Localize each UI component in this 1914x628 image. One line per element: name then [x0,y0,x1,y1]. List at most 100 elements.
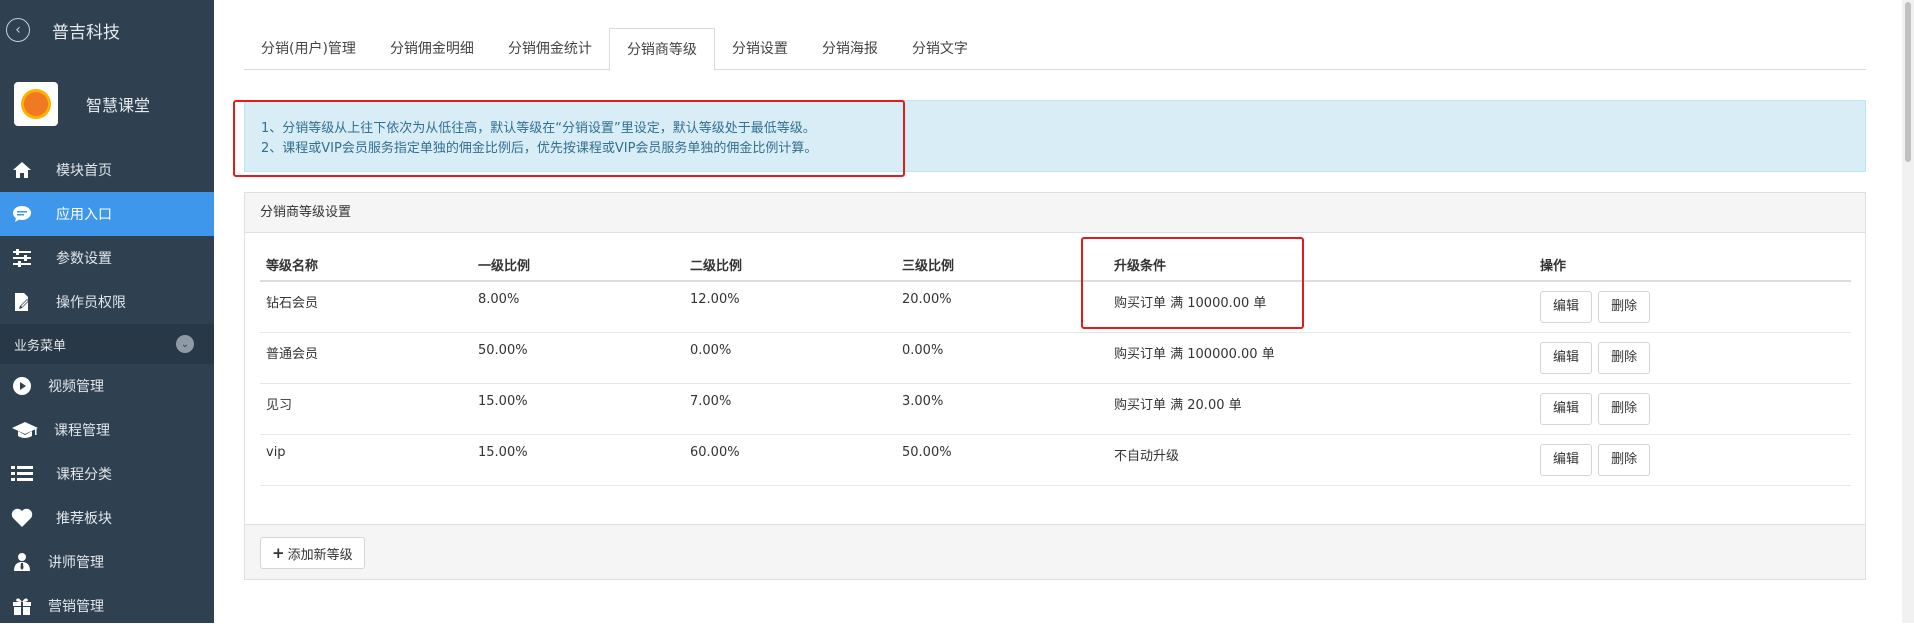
list-icon [10,463,34,485]
level2-ratio: 60.00% [684,434,896,486]
row-actions: 编辑 删除 [1534,383,1851,435]
tab-distribution-text[interactable]: 分销文字 [895,28,985,70]
table-header-row: 等级名称 一级比例 二级比例 三级比例 升级条件 操作 [260,249,1851,282]
level2-ratio: 7.00% [684,383,896,435]
panel-footer: + 添加新等级 [245,524,1865,579]
delete-button[interactable]: 删除 [1598,341,1651,374]
level3-ratio: 20.00% [896,281,1108,333]
edit-button[interactable]: 编辑 [1540,341,1593,374]
column-header: 一级比例 [472,249,684,282]
upgrade-condition: 购买订单 满 20.00 单 [1108,383,1534,435]
sidebar-item-marketing[interactable]: 营销管理 [0,584,214,628]
level1-ratio: 15.00% [472,434,684,486]
sidebar-item-label: 参数设置 [56,251,112,267]
graduation-cap-icon [10,419,40,441]
back-icon[interactable]: ‹ [6,18,30,42]
chat-icon [10,203,34,225]
delete-button[interactable]: 删除 [1598,443,1651,476]
brand-name: 普吉科技 [52,22,120,43]
sidebar-item-label: 操作员权限 [56,295,126,311]
sidebar-item-course[interactable]: 课程管理 [0,408,214,452]
table-row: 普通会员 50.00% 0.00% 0.00% 购买订单 满 100000.00… [260,332,1851,384]
level3-ratio: 3.00% [896,383,1108,435]
vertical-scrollbar[interactable] [1902,0,1914,623]
school-header: 智慧课堂 [0,60,214,148]
add-level-label: 添加新等级 [287,547,353,563]
school-logo [14,82,58,126]
add-level-button[interactable]: + 添加新等级 [260,537,365,569]
sidebar-item-recommend[interactable]: 推荐板块 [0,496,214,540]
upgrade-condition: 不自动升级 [1108,434,1534,486]
tab-commission-stats[interactable]: 分销佣金统计 [491,28,609,70]
gift-icon [10,595,34,617]
sidebar-item-home[interactable]: 模块首页 [0,148,214,192]
level-name: 普通会员 [260,332,472,384]
play-icon [10,375,34,397]
sidebar-item-operator-permissions[interactable]: 操作员权限 [0,280,214,324]
row-actions: 编辑 删除 [1534,332,1851,384]
column-header: 三级比例 [896,249,1108,282]
column-header: 操作 [1534,249,1851,282]
sidebar-item-params[interactable]: 参数设置 [0,236,214,280]
business-menu-section[interactable]: 业务菜单 ⌄ [0,324,214,364]
edit-doc-icon [10,291,34,313]
sidebar-item-label: 视频管理 [48,379,104,395]
tab-bar: 分销(用户)管理 分销佣金明细 分销佣金统计 分销商等级 分销设置 分销海报 分… [244,28,1866,71]
tab-distribution-settings[interactable]: 分销设置 [715,28,805,70]
sidebar: ‹ 普吉科技 智慧课堂 模块首页 应用入口 参数设置 操作员权限 业务菜单 ⌄ [0,0,214,623]
main-content: 分销(用户)管理 分销佣金明细 分销佣金统计 分销商等级 分销设置 分销海报 分… [214,0,1914,623]
level2-ratio: 0.00% [684,332,896,384]
sidebar-item-label: 课程分类 [56,467,112,483]
scrollbar-thumb[interactable] [1905,2,1911,162]
table-row: 钻石会员 8.00% 12.00% 20.00% 购买订单 满 10000.00… [260,281,1851,333]
plus-icon: + [272,544,285,562]
level-name: 见习 [260,383,472,435]
level2-ratio: 12.00% [684,281,896,333]
edit-button[interactable]: 编辑 [1540,291,1593,323]
delete-button[interactable]: 删除 [1598,392,1651,425]
upgrade-condition: 购买订单 满 100000.00 单 [1108,332,1534,384]
level1-ratio: 8.00% [472,281,684,333]
level3-ratio: 0.00% [896,332,1108,384]
level1-ratio: 50.00% [472,332,684,384]
tab-commission-details[interactable]: 分销佣金明细 [373,28,491,70]
sliders-icon [10,247,34,269]
edit-button[interactable]: 编辑 [1540,392,1593,425]
sidebar-item-label: 应用入口 [56,207,112,223]
sidebar-item-course-category[interactable]: 课程分类 [0,452,214,496]
sidebar-item-label: 讲师管理 [48,555,104,571]
sidebar-item-lecturer[interactable]: 讲师管理 [0,540,214,584]
sidebar-item-label: 课程管理 [54,423,110,439]
column-header: 二级比例 [684,249,896,282]
column-header: 等级名称 [260,249,472,282]
tab-distribution-poster[interactable]: 分销海报 [805,28,895,70]
level-name: 钻石会员 [260,281,472,333]
sidebar-item-label: 营销管理 [48,599,104,615]
level-settings-panel: 分销商等级设置 等级名称 一级比例 二级比例 三级比例 升级条件 操作 钻石会员… [244,192,1866,580]
level-name: vip [260,434,472,486]
sidebar-item-app-entry[interactable]: 应用入口 [0,192,214,236]
sidebar-item-label: 模块首页 [56,163,112,179]
chevron-down-icon[interactable]: ⌄ [176,335,194,353]
table-row: vip 15.00% 60.00% 50.00% 不自动升级 编辑 删除 [260,434,1851,486]
edit-button[interactable]: 编辑 [1540,443,1593,476]
tab-distribution-users[interactable]: 分销(用户)管理 [244,28,373,70]
user-tie-icon [10,551,34,573]
section-label: 业务菜单 [14,338,67,354]
row-actions: 编辑 删除 [1534,281,1851,333]
highlight-box-notice [233,100,905,177]
sidebar-item-label: 推荐板块 [56,511,112,527]
home-icon [10,159,34,181]
levels-table: 等级名称 一级比例 二级比例 三级比例 升级条件 操作 钻石会员 8.00% 1… [260,249,1851,486]
table-row: 见习 15.00% 7.00% 3.00% 购买订单 满 20.00 单 编辑 … [260,383,1851,435]
highlight-box-upgrade-condition [1081,237,1304,329]
row-actions: 编辑 删除 [1534,434,1851,486]
brand-bar: ‹ 普吉科技 [0,0,214,60]
panel-title: 分销商等级设置 [245,193,1865,233]
delete-button[interactable]: 删除 [1598,291,1651,323]
school-name: 智慧课堂 [86,96,151,115]
sidebar-item-video[interactable]: 视频管理 [0,364,214,408]
level3-ratio: 50.00% [896,434,1108,486]
heart-icon [10,507,34,529]
tab-distributor-levels[interactable]: 分销商等级 [608,28,715,71]
